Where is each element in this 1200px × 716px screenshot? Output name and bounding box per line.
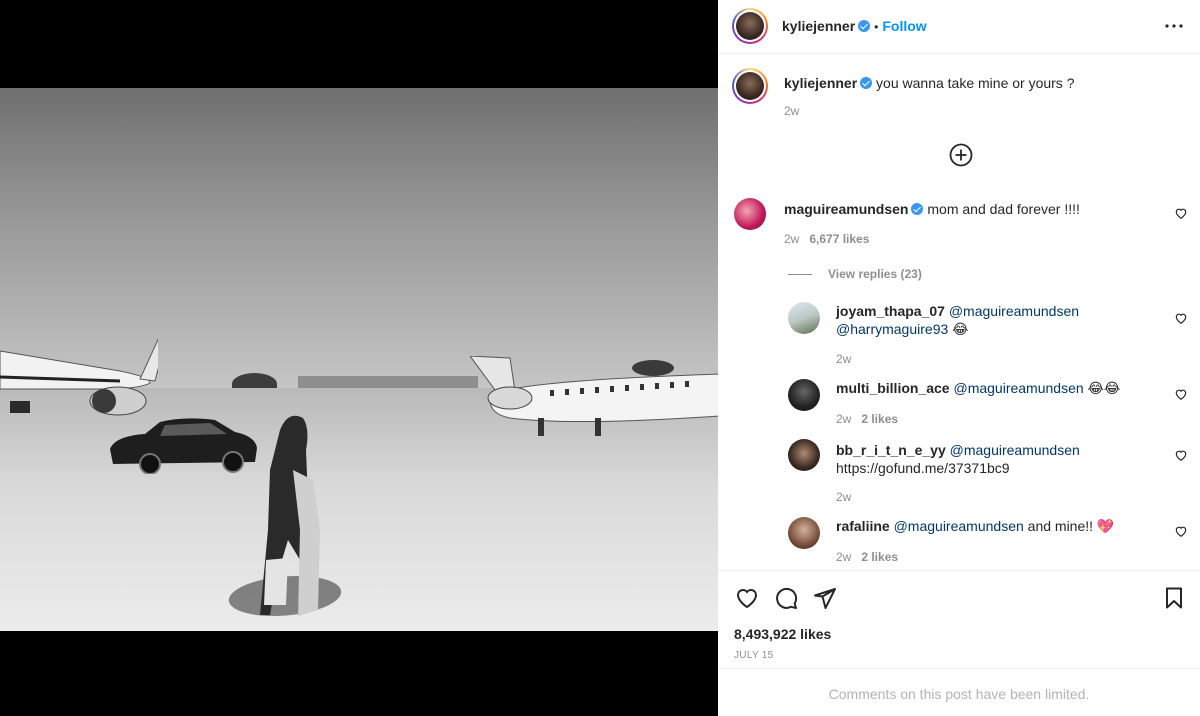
reply-likes[interactable]: 2 likes [861,550,898,564]
couple [260,415,320,616]
share-plane-icon[interactable] [813,586,837,610]
verified-icon [858,20,871,32]
reply-text-line: rafaliine @maguireamundsen and mine!! 💖 [836,517,1156,535]
reply-text-line: multi_billion_ace @maguireamundsen 😂😂 [836,379,1156,397]
like-reply-heart-icon[interactable] [1174,524,1188,538]
reply-username[interactable]: rafaliine [836,518,890,534]
reply-text-line: joyam_thapa_07 @maguireamundsen @harryma… [836,302,1156,338]
view-replies[interactable]: View replies (23) [788,265,922,281]
comment-age: 2w [784,232,800,246]
reply-mention[interactable]: @maguireamundsen [953,380,1083,396]
comment-username[interactable]: maguireamundsen [784,201,908,217]
comment-likes[interactable]: 6,677 likes [809,232,869,246]
reply-age: 2w [836,352,852,366]
comment-meta: 2w 6,677 likes [784,232,869,246]
save-bookmark-icon[interactable] [1162,586,1186,610]
separator-dot: • [874,20,879,34]
comment-text-line: maguireamundsen mom and dad forever !!!! [784,200,1154,218]
likes-count[interactable]: 8,493,922 likes [734,626,831,642]
comment-text: mom and dad forever !!!! [927,201,1080,217]
reply-likes[interactable]: 2 likes [861,412,898,426]
post-media[interactable] [0,0,718,716]
comments-limited-notice: Comments on this post have been limited. [718,668,1200,716]
reply-mention[interactable]: @harrymaguire93 [836,321,948,337]
car [110,418,257,474]
reply-mention[interactable]: @maguireamundsen [894,518,1024,534]
like-reply-heart-icon[interactable] [1174,311,1188,325]
like-reply-heart-icon[interactable] [1174,387,1188,401]
reply-text: and mine!! 💖 [1027,518,1115,534]
right-jet [470,356,718,436]
reply-text: 😂😂 [1087,380,1121,396]
verified-icon [860,77,873,89]
like-heart-icon[interactable] [735,586,759,610]
author-line: kyliejenner • Follow [782,18,927,34]
caption-text: you wanna take mine or yours ? [876,75,1075,91]
reply-age: 2w [836,550,852,564]
reply-age: 2w [836,490,852,504]
reply-meta: 2w 2 likes [836,412,898,426]
author-username[interactable]: kyliejenner [782,18,855,34]
caption-avatar[interactable] [732,68,768,104]
reply-emoji: 😂 [952,321,969,337]
post-photo[interactable] [0,88,718,631]
author-avatar[interactable] [732,8,768,44]
action-bar [718,572,1200,622]
reply-text: https://gofund.me/37371bc9 [836,460,1010,476]
load-more-comments-icon[interactable] [949,143,973,167]
reply-avatar[interactable] [788,379,820,411]
follow-button[interactable]: Follow [882,18,926,34]
reply-avatar[interactable] [788,517,820,549]
view-replies-label[interactable]: View replies (23) [828,267,922,281]
reply-age: 2w [836,412,852,426]
reply-username[interactable]: bb_r_i_t_n_e_yy [836,442,946,458]
view-replies-line [788,273,812,275]
caption-age: 2w [784,104,800,118]
reply-mention[interactable]: @maguireamundsen [950,442,1080,458]
reply-username[interactable]: multi_billion_ace [836,380,950,396]
caption-text-line: kyliejenner you wanna take mine or yours… [784,74,1164,92]
comment-bubble-icon[interactable] [774,586,798,610]
post-header: kyliejenner • Follow [718,0,1200,54]
post-date: JULY 15 [734,650,774,661]
reply-meta: 2w 2 likes [836,550,898,564]
reply-avatar[interactable] [788,439,820,471]
reply-mention[interactable]: @maguireamundsen [949,303,1079,319]
like-reply-heart-icon[interactable] [1174,448,1188,462]
reply-username[interactable]: joyam_thapa_07 [836,303,945,319]
comment-avatar[interactable] [734,198,766,230]
verified-icon [911,203,924,215]
reply-avatar[interactable] [788,302,820,334]
like-comment-heart-icon[interactable] [1174,206,1188,220]
reply-text-line: bb_r_i_t_n_e_yy @maguireamundsen https:/… [836,441,1156,477]
caption-username[interactable]: kyliejenner [784,75,857,91]
post-sidebar: kyliejenner • Follow kyliejenner you wanna… [718,0,1200,716]
comments-list[interactable]: kyliejenner you wanna take mine or yours… [718,55,1200,571]
more-options-icon[interactable] [1164,16,1184,36]
left-jet [0,338,158,416]
